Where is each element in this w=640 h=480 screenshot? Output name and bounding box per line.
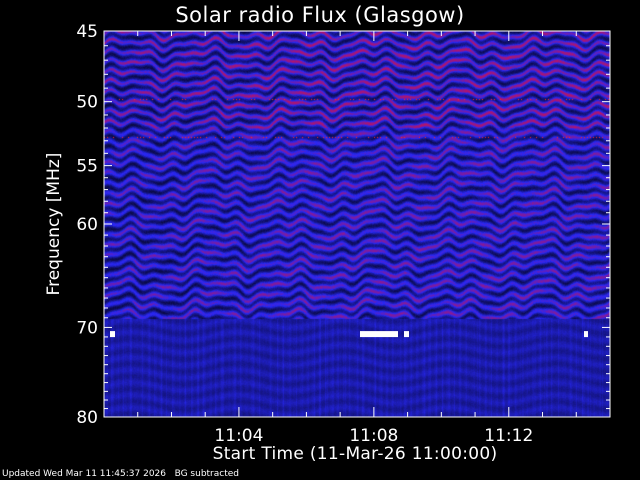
saturated-marker xyxy=(584,331,588,338)
y-tick-label: 70 xyxy=(76,318,98,338)
saturated-marker xyxy=(110,331,115,338)
saturated-marker xyxy=(404,331,409,338)
update-status: Updated Wed Mar 11 11:45:37 2026 BG subt… xyxy=(2,469,240,479)
spectrogram-raster xyxy=(104,31,610,417)
y-tick-label: 60 xyxy=(76,215,98,235)
spectrogram-chart: 45 50 55 60 70 80 11:04 11:08 11:12 xyxy=(76,22,611,446)
x-tick-label: 11:08 xyxy=(349,426,398,446)
y-tick-label: 80 xyxy=(76,408,98,428)
y-tick-label: 45 xyxy=(76,22,98,42)
y-tick-label: 50 xyxy=(76,93,98,113)
y-tick-label: 55 xyxy=(76,157,98,177)
x-tick-label: 11:04 xyxy=(214,426,263,446)
x-axis-label: Start Time (11-Mar-26 11:00:00) xyxy=(212,444,498,464)
x-tick-label: 11:12 xyxy=(484,426,533,446)
saturated-marker xyxy=(360,331,398,338)
plot-area xyxy=(104,31,610,417)
